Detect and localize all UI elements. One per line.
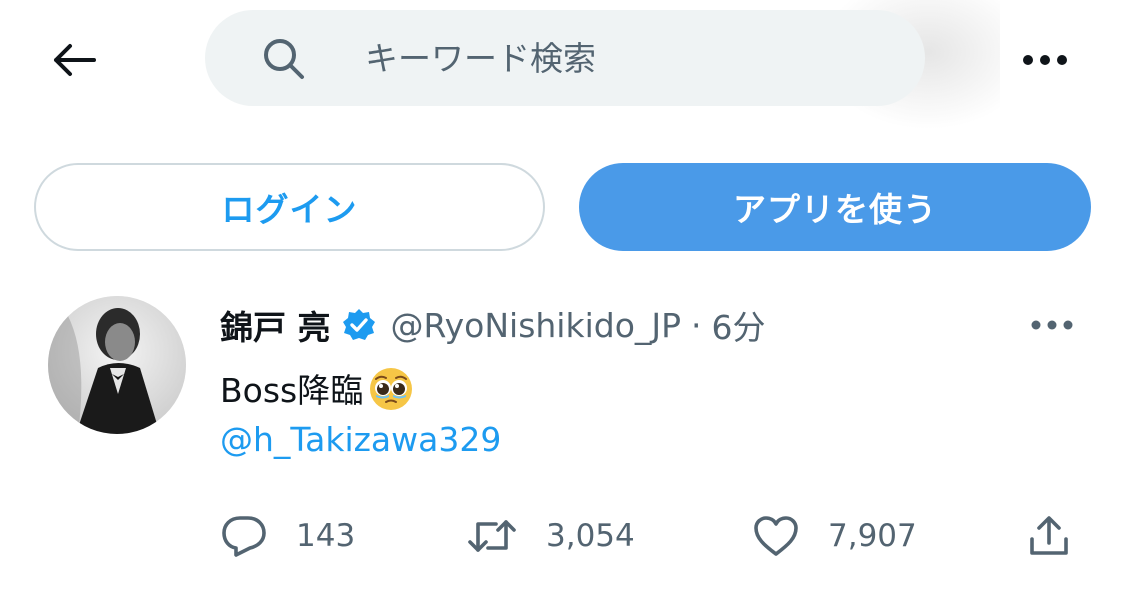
reply-count: 143 xyxy=(296,518,356,554)
tweet-text-row: Boss降臨 xyxy=(220,360,415,416)
like-action[interactable]: 7,907 xyxy=(752,508,917,564)
separator-dot: · xyxy=(691,305,702,345)
tweet-text: Boss降臨 xyxy=(220,371,364,410)
tweet-header: 錦戸 亮 @RyoNishikido_JP · 6分 xyxy=(220,300,766,350)
reply-icon xyxy=(222,516,266,557)
reply-action[interactable]: 143 xyxy=(220,508,355,564)
search-icon xyxy=(261,34,309,82)
share-icon xyxy=(1030,516,1068,555)
retweet-count: 3,054 xyxy=(546,518,635,554)
use-app-button[interactable]: アプリを使う xyxy=(579,163,1091,251)
tweet-more-button[interactable] xyxy=(1020,300,1084,350)
heart-icon xyxy=(754,516,798,556)
search-bar[interactable] xyxy=(205,10,925,106)
user-handle[interactable]: @RyoNishikido_JP xyxy=(391,306,682,345)
share-button[interactable] xyxy=(1024,508,1074,564)
arrow-left-icon xyxy=(54,44,96,76)
pleading-face-emoji-icon xyxy=(367,364,415,412)
mention-link[interactable]: @h_Takizawa329 xyxy=(220,420,501,459)
retweet-action[interactable]: 3,054 xyxy=(466,508,635,564)
login-button[interactable]: ログイン xyxy=(34,163,545,251)
retweet-icon xyxy=(468,520,516,552)
verified-badge-icon xyxy=(341,307,377,343)
display-name[interactable]: 錦戸 亮 xyxy=(220,301,331,349)
more-options-button[interactable] xyxy=(1010,36,1080,84)
tweet-timestamp[interactable]: 6分 xyxy=(712,301,766,349)
more-horizontal-icon xyxy=(1023,55,1067,65)
avatar[interactable] xyxy=(48,296,186,434)
like-count: 7,907 xyxy=(828,518,917,554)
back-button[interactable] xyxy=(44,36,104,84)
more-horizontal-icon xyxy=(1031,320,1073,330)
search-input[interactable] xyxy=(363,37,827,79)
